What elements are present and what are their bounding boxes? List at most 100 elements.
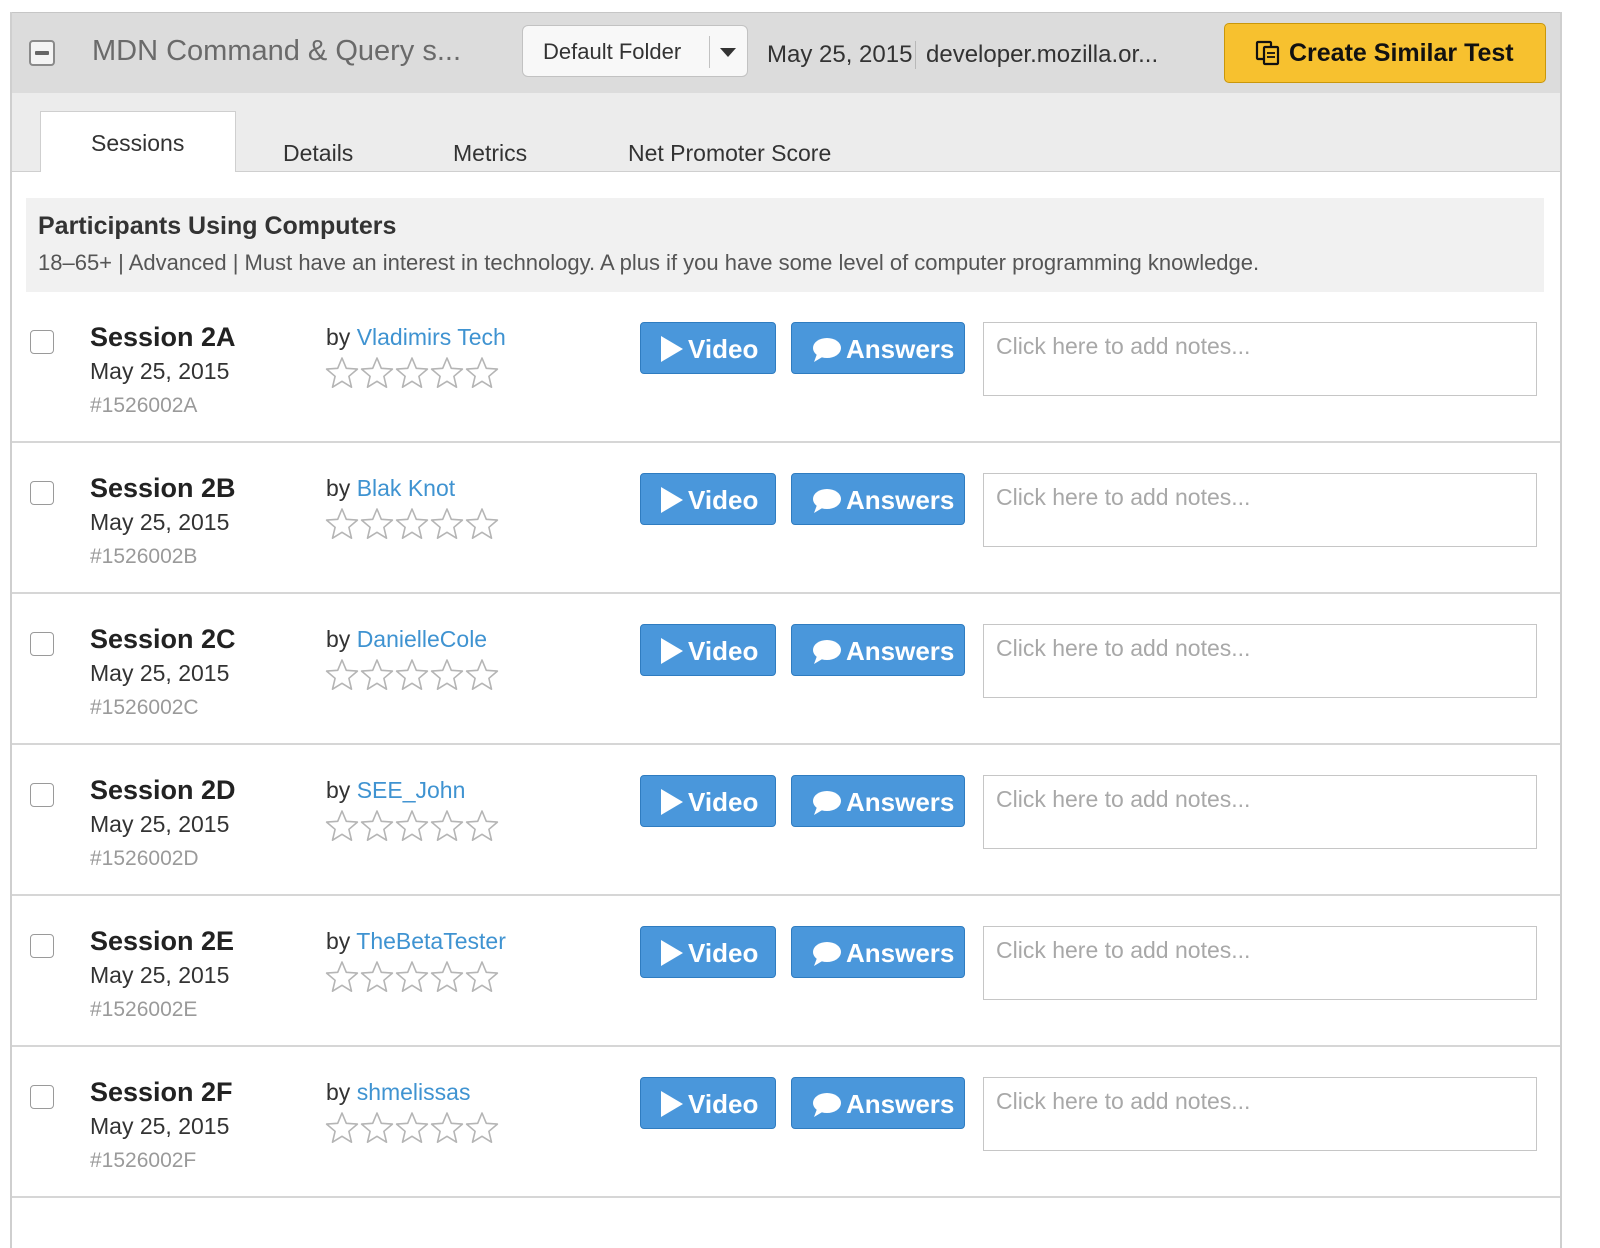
- video-button-label: Video: [688, 485, 759, 515]
- answers-button[interactable]: Answers: [791, 775, 965, 827]
- chat-bubble-icon: [813, 1093, 841, 1117]
- video-button[interactable]: Video: [640, 473, 776, 525]
- session-id: #1526002F: [90, 1149, 197, 1172]
- tester-link[interactable]: DanielleCole: [357, 626, 487, 652]
- answers-button-label: Answers: [846, 334, 955, 364]
- create-similar-test-label: Create Similar Test: [1289, 39, 1514, 67]
- star-outline-icon[interactable]: [430, 507, 464, 541]
- star-outline-icon[interactable]: [430, 809, 464, 843]
- star-rating: [325, 1111, 500, 1145]
- session-row: Session 2D May 25, 2015 #1526002D by SEE…: [12, 745, 1560, 896]
- star-outline-icon[interactable]: [360, 658, 394, 692]
- session-title: Session 2D: [90, 775, 236, 805]
- session-date: May 25, 2015: [90, 962, 230, 988]
- tab-sessions[interactable]: Sessions: [40, 111, 236, 172]
- star-outline-icon[interactable]: [395, 1111, 429, 1145]
- answers-button[interactable]: Answers: [791, 473, 965, 525]
- video-button[interactable]: Video: [640, 775, 776, 827]
- notes-input[interactable]: [983, 1077, 1537, 1151]
- notes-input[interactable]: [983, 775, 1537, 849]
- folder-select-label: Default Folder: [543, 39, 682, 64]
- session-tester: by Blak Knot: [326, 475, 455, 502]
- star-outline-icon[interactable]: [430, 960, 464, 994]
- session-row: Session 2B May 25, 2015 #1526002B by Bla…: [12, 443, 1560, 594]
- tab-details[interactable]: Details: [283, 140, 353, 167]
- session-checkbox[interactable]: [30, 1085, 54, 1109]
- star-outline-icon[interactable]: [360, 809, 394, 843]
- answers-button[interactable]: Answers: [791, 1077, 965, 1129]
- session-checkbox[interactable]: [30, 783, 54, 807]
- tester-link[interactable]: Vladimirs Tech: [357, 324, 506, 350]
- session-date: May 25, 2015: [90, 660, 230, 686]
- session-checkbox[interactable]: [30, 632, 54, 656]
- star-outline-icon[interactable]: [430, 356, 464, 390]
- play-icon: [661, 336, 683, 362]
- tab-net-promoter-score[interactable]: Net Promoter Score: [628, 140, 831, 167]
- star-outline-icon[interactable]: [325, 658, 359, 692]
- star-outline-icon[interactable]: [325, 809, 359, 843]
- answers-button[interactable]: Answers: [791, 926, 965, 978]
- copy-icon: [1255, 40, 1280, 66]
- star-outline-icon[interactable]: [395, 507, 429, 541]
- star-outline-icon[interactable]: [430, 1111, 464, 1145]
- star-outline-icon[interactable]: [360, 1111, 394, 1145]
- folder-select[interactable]: Default Folder: [522, 25, 748, 77]
- star-outline-icon[interactable]: [360, 356, 394, 390]
- minus-square-icon[interactable]: [29, 40, 55, 66]
- tab-metrics[interactable]: Metrics: [453, 140, 527, 167]
- notes-input[interactable]: [983, 322, 1537, 396]
- star-outline-icon[interactable]: [465, 960, 499, 994]
- star-outline-icon[interactable]: [360, 960, 394, 994]
- notes-input[interactable]: [983, 926, 1537, 1000]
- answers-button-label: Answers: [846, 787, 955, 817]
- star-rating: [325, 809, 500, 843]
- session-date: May 25, 2015: [90, 509, 230, 535]
- star-outline-icon[interactable]: [325, 507, 359, 541]
- star-outline-icon[interactable]: [395, 356, 429, 390]
- star-outline-icon[interactable]: [465, 507, 499, 541]
- star-outline-icon[interactable]: [465, 658, 499, 692]
- star-outline-icon[interactable]: [465, 809, 499, 843]
- video-button[interactable]: Video: [640, 322, 776, 374]
- star-outline-icon[interactable]: [395, 658, 429, 692]
- video-button[interactable]: Video: [640, 1077, 776, 1129]
- session-tester: by TheBetaTester: [326, 928, 506, 955]
- session-row: Session 2E May 25, 2015 #1526002E by The…: [12, 896, 1560, 1047]
- session-date: May 25, 2015: [90, 811, 230, 837]
- test-panel: MDN Command & Query s... Default Folder …: [10, 12, 1562, 1248]
- play-icon: [661, 638, 683, 664]
- session-tester: by SEE_John: [326, 777, 465, 804]
- tester-link[interactable]: shmelissas: [357, 1079, 471, 1105]
- star-outline-icon[interactable]: [430, 658, 464, 692]
- notes-input[interactable]: [983, 624, 1537, 698]
- play-icon: [661, 789, 683, 815]
- answers-button[interactable]: Answers: [791, 624, 965, 676]
- caret-down-icon[interactable]: [720, 48, 736, 57]
- notes-input[interactable]: [983, 473, 1537, 547]
- star-outline-icon[interactable]: [360, 507, 394, 541]
- session-checkbox[interactable]: [30, 481, 54, 505]
- star-outline-icon[interactable]: [325, 356, 359, 390]
- star-outline-icon[interactable]: [465, 1111, 499, 1145]
- star-outline-icon[interactable]: [395, 809, 429, 843]
- star-outline-icon[interactable]: [325, 960, 359, 994]
- tab-sessions-label: Sessions: [91, 130, 185, 156]
- video-button-label: Video: [688, 787, 759, 817]
- star-rating: [325, 507, 500, 541]
- tester-link[interactable]: TheBetaTester: [356, 928, 506, 954]
- folder-select-divider: [709, 36, 710, 68]
- video-button[interactable]: Video: [640, 624, 776, 676]
- session-checkbox[interactable]: [30, 934, 54, 958]
- test-date: May 25, 2015: [767, 41, 913, 68]
- star-outline-icon[interactable]: [325, 1111, 359, 1145]
- session-checkbox[interactable]: [30, 330, 54, 354]
- answers-button[interactable]: Answers: [791, 322, 965, 374]
- star-outline-icon[interactable]: [465, 356, 499, 390]
- star-outline-icon[interactable]: [395, 960, 429, 994]
- create-similar-test-button[interactable]: Create Similar Test: [1224, 23, 1546, 83]
- video-button[interactable]: Video: [640, 926, 776, 978]
- tester-link[interactable]: SEE_John: [357, 777, 466, 803]
- test-header: MDN Command & Query s... Default Folder …: [12, 12, 1560, 94]
- test-title: MDN Command & Query s...: [92, 35, 462, 67]
- tester-link[interactable]: Blak Knot: [357, 475, 455, 501]
